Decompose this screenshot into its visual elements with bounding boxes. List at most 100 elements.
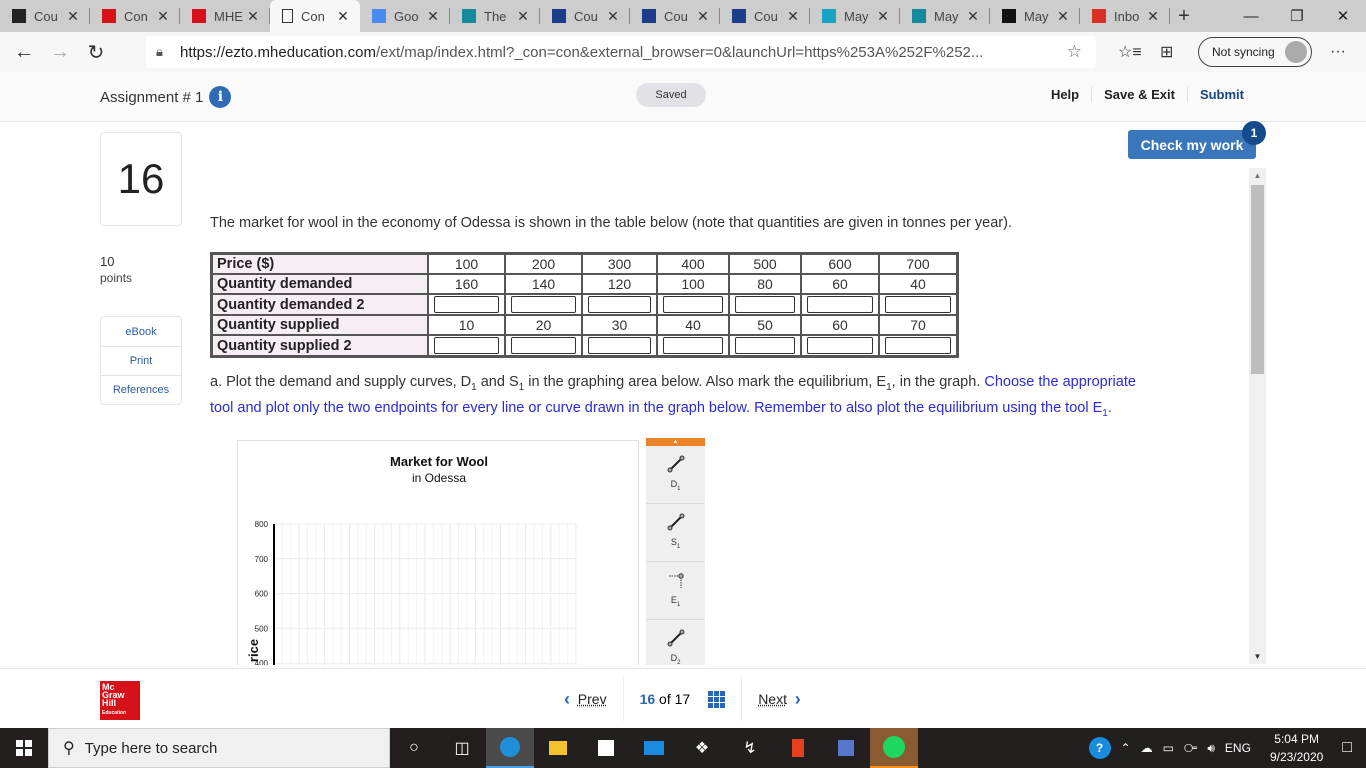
graph-tool-s1[interactable]: S1 <box>646 504 705 562</box>
graph-area[interactable]: Market for Wool in Odessa 800 700 600 500 40… <box>237 440 639 665</box>
close-tab-icon[interactable]: ✕ <box>156 8 170 25</box>
close-tab-icon[interactable]: ✕ <box>426 8 440 25</box>
battery-icon[interactable]: ▭ <box>1163 741 1174 755</box>
close-window-button[interactable]: ✕ <box>1320 0 1366 32</box>
notifications-icon[interactable]: □ <box>1342 739 1352 757</box>
browser-tab[interactable]: Cou ✕ <box>720 0 810 32</box>
browser-tab[interactable]: The ✕ <box>450 0 540 32</box>
graph-tool-d1[interactable]: D1 <box>646 446 705 504</box>
scroll-up-icon[interactable]: ▲ <box>1249 171 1266 180</box>
clock[interactable]: 5:04 PM 9/23/2020 <box>1270 730 1323 766</box>
save-exit-link[interactable]: Save & Exit <box>1091 87 1187 102</box>
mail-icon[interactable] <box>630 728 678 768</box>
url-field[interactable]: 🔒︎ https://ezto.mheducation.com/ext/map/… <box>146 36 1096 68</box>
profile-sync-button[interactable]: Not syncing <box>1198 37 1312 67</box>
favorite-star-icon[interactable]: ☆ <box>1067 42 1082 62</box>
question-grid-icon[interactable] <box>708 690 726 708</box>
answer-input[interactable] <box>885 296 951 313</box>
browser-tab[interactable]: Goo ✕ <box>360 0 450 32</box>
answer-input[interactable] <box>434 296 499 313</box>
cortana-icon[interactable]: ○ <box>390 728 438 768</box>
prev-button[interactable]: ‹ Prev <box>548 677 623 721</box>
edge-icon[interactable] <box>486 728 534 768</box>
file-explorer-icon[interactable] <box>534 728 582 768</box>
task-view-icon[interactable]: ◫ <box>438 728 486 768</box>
close-tab-icon[interactable]: ✕ <box>246 8 260 25</box>
answer-input[interactable] <box>434 337 499 354</box>
next-button[interactable]: Next › <box>741 677 817 721</box>
store-icon[interactable] <box>582 728 630 768</box>
browser-tab[interactable]: Cou ✕ <box>540 0 630 32</box>
browser-tab[interactable]: Cou ✕ <box>0 0 90 32</box>
back-button[interactable]: ← <box>6 41 42 64</box>
browser-tab[interactable]: Con ✕ <box>90 0 180 32</box>
graph-tool-d2[interactable]: D2 <box>646 620 705 665</box>
help-circle-icon[interactable]: ? <box>1088 737 1111 759</box>
answer-input[interactable] <box>885 337 951 354</box>
wifi-icon[interactable]: ⧃ <box>1184 741 1197 756</box>
browser-tab[interactable]: May ✕ <box>810 0 900 32</box>
onedrive-icon[interactable]: ☁ <box>1141 741 1153 755</box>
dropbox-icon[interactable]: ❖ <box>678 728 726 768</box>
references-button[interactable]: References <box>101 375 181 404</box>
info-icon[interactable]: i <box>209 86 232 108</box>
browser-tab[interactable]: MHE ✕ <box>180 0 270 32</box>
close-tab-icon[interactable]: ✕ <box>1056 8 1070 25</box>
question-counter[interactable]: 16 of 17 <box>622 677 742 721</box>
office-icon[interactable] <box>774 728 822 768</box>
restore-button[interactable]: ❐ <box>1274 0 1320 32</box>
graph-tool-e1[interactable]: E1 <box>646 562 705 620</box>
help-link[interactable]: Help <box>1039 87 1091 102</box>
chevron-right-icon: › <box>794 688 801 709</box>
answer-input[interactable] <box>735 337 795 354</box>
start-button[interactable] <box>0 728 48 768</box>
new-tab-button[interactable]: + <box>1170 0 1198 32</box>
app-bolt-icon[interactable]: ↯ <box>726 728 774 768</box>
taskbar-search[interactable]: ⚲ Type here to search <box>48 728 390 768</box>
browser-tab[interactable]: Con ✕ <box>270 0 360 32</box>
spotify-icon[interactable] <box>870 728 918 768</box>
close-tab-icon[interactable]: ✕ <box>876 8 890 25</box>
forward-button[interactable]: → <box>42 41 78 64</box>
tray-expand-icon[interactable]: ⌃ <box>1121 741 1131 755</box>
close-tab-icon[interactable]: ✕ <box>786 8 800 25</box>
browser-tab[interactable]: Inbo ✕ <box>1080 0 1170 32</box>
answer-input[interactable] <box>588 337 651 354</box>
close-tab-icon[interactable]: ✕ <box>336 8 350 25</box>
answer-input[interactable] <box>511 296 576 313</box>
volume-icon[interactable]: 🔊︎ <box>1207 741 1215 756</box>
toolbox-scroll-up[interactable]: ▲ <box>646 438 705 446</box>
answer-input[interactable] <box>511 337 576 354</box>
scroll-down-icon[interactable]: ▼ <box>1249 652 1266 661</box>
favorites-list-icon[interactable]: ☆≡ <box>1118 32 1142 72</box>
plot-svg[interactable]: 800700600500400 <box>238 441 639 665</box>
answer-input[interactable] <box>735 296 795 313</box>
ebook-button[interactable]: eBook <box>101 317 181 346</box>
browser-tab[interactable]: May ✕ <box>990 0 1080 32</box>
scroll-thumb[interactable] <box>1251 185 1264 374</box>
refresh-button[interactable]: ↻ <box>78 40 114 65</box>
content-scrollbar[interactable]: ▲ ▼ <box>1249 168 1266 664</box>
table-row: Quantity supplied 10 20 30 40 50 60 70 <box>212 315 957 335</box>
answer-input[interactable] <box>663 296 723 313</box>
remote-desktop-icon[interactable] <box>822 728 870 768</box>
close-tab-icon[interactable]: ✕ <box>516 8 530 25</box>
browser-tab[interactable]: May ✕ <box>900 0 990 32</box>
answer-input[interactable] <box>588 296 651 313</box>
close-tab-icon[interactable]: ✕ <box>696 8 710 25</box>
print-button[interactable]: Print <box>101 346 181 375</box>
answer-input[interactable] <box>807 337 873 354</box>
close-tab-icon[interactable]: ✕ <box>606 8 620 25</box>
answer-input[interactable] <box>663 337 723 354</box>
check-my-work-button[interactable]: Check my work <box>1128 130 1256 159</box>
answer-input[interactable] <box>807 296 873 313</box>
close-tab-icon[interactable]: ✕ <box>1146 8 1160 25</box>
browser-tab[interactable]: Cou ✕ <box>630 0 720 32</box>
language-indicator[interactable]: ENG <box>1225 741 1251 755</box>
close-tab-icon[interactable]: ✕ <box>966 8 980 25</box>
more-menu-button[interactable]: ··· <box>1330 32 1346 72</box>
close-tab-icon[interactable]: ✕ <box>66 8 80 25</box>
collections-icon[interactable]: ⊞ <box>1160 32 1173 72</box>
minimize-button[interactable]: — <box>1228 0 1274 32</box>
submit-link[interactable]: Submit <box>1186 87 1256 102</box>
